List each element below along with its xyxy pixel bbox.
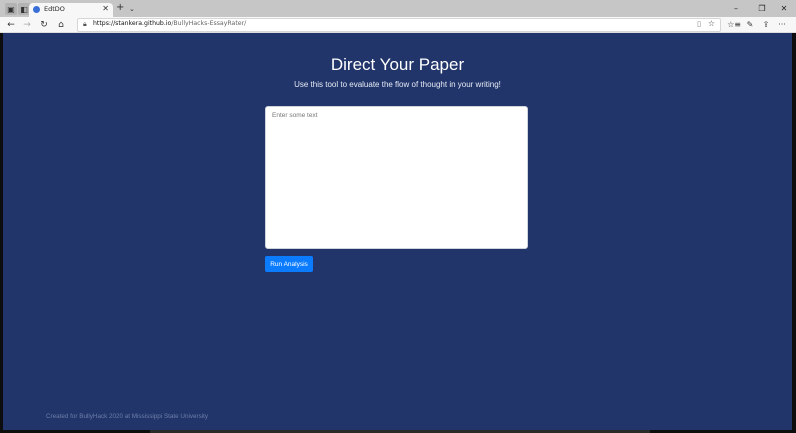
tab-list-chevron-icon[interactable]: ⌄ <box>129 3 135 15</box>
reading-view-icon[interactable]: ▯ <box>697 20 701 28</box>
close-window-button[interactable]: ✕ <box>774 2 794 15</box>
maximize-button[interactable]: ❐ <box>752 2 772 15</box>
url-path: /BullyHacks-EssayRater/ <box>171 20 247 27</box>
page-title: Direct Your Paper <box>330 55 465 74</box>
tab-title: EdtDO <box>44 5 65 13</box>
close-tab-icon[interactable]: ✕ <box>102 4 109 13</box>
notes-icon[interactable]: ✎ <box>743 18 757 31</box>
home-button[interactable]: ⌂ <box>54 18 68 31</box>
navigation-bar: ← → ↻ ⌂ 🔒︎ https://stankera.github.io/Bu… <box>0 17 796 33</box>
url-text: https://stankera.github.io/BullyHacks-Es… <box>93 20 246 27</box>
forward-button[interactable]: → <box>20 18 34 31</box>
favicon-icon <box>33 6 40 13</box>
share-icon[interactable]: ⇪ <box>759 18 773 31</box>
more-icon[interactable]: ··· <box>775 18 789 31</box>
new-tab-icon[interactable]: + <box>116 2 124 14</box>
tab-active[interactable]: EdtDO ✕ <box>29 3 113 17</box>
run-analysis-button[interactable]: Run Analysis <box>265 256 313 272</box>
page-viewport: Direct Your Paper Use this tool to evalu… <box>3 33 792 430</box>
favorite-star-icon[interactable]: ☆ <box>708 19 715 28</box>
tab-strip: ▣ ◧ EdtDO ✕ + ⌄ – ❐ ✕ <box>0 0 796 17</box>
lock-icon: 🔒︎ <box>83 20 87 28</box>
address-bar[interactable]: 🔒︎ https://stankera.github.io/BullyHacks… <box>77 18 721 32</box>
minimize-button[interactable]: – <box>726 2 746 15</box>
back-button[interactable]: ← <box>4 18 18 31</box>
footer-text: Created for BullyHack 2020 at Mississipp… <box>46 413 209 420</box>
refresh-button[interactable]: ↻ <box>37 18 51 31</box>
browser-window: ▣ ◧ EdtDO ✕ + ⌄ – ❐ ✕ ← → ↻ ⌂ 🔒︎ https:/… <box>0 0 796 433</box>
url-host: https://stankera.github.io <box>93 20 172 27</box>
page-subtitle: Use this tool to evaluate the flow of th… <box>294 80 501 89</box>
essay-text-input[interactable] <box>265 106 528 249</box>
favorites-icon[interactable]: ☆≡ <box>727 18 741 31</box>
tab-icon: ◧ <box>20 4 28 14</box>
tab-icon: ▣ <box>7 4 15 14</box>
tab-pinned-1[interactable]: ▣ <box>5 3 17 15</box>
